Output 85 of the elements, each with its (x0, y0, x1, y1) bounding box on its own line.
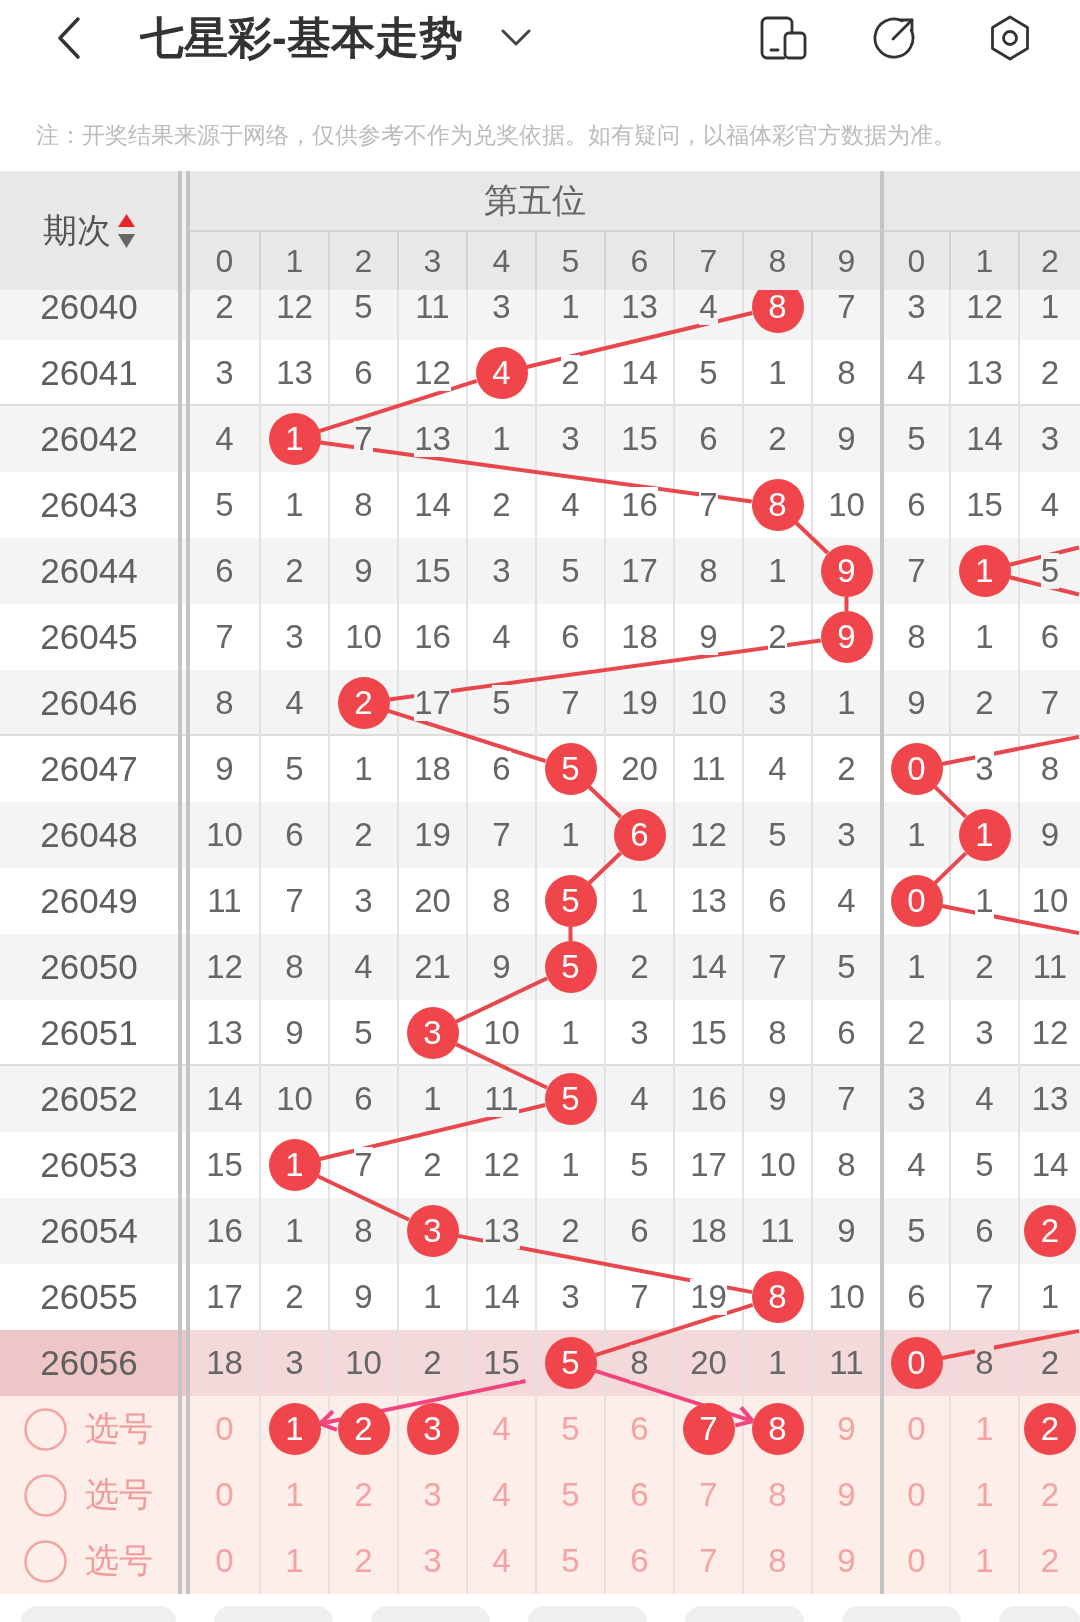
miss-count: 19 (690, 1279, 727, 1315)
period-number: 26044 (40, 551, 138, 591)
number-ball: 5 (544, 1337, 597, 1389)
trend-line (933, 785, 968, 819)
column-digit: 6 (630, 242, 649, 280)
trend-line (844, 597, 849, 611)
pick-ball[interactable]: 7 (682, 1403, 735, 1455)
period-number: 26055 (40, 1277, 138, 1317)
number-ball: 8 (751, 1271, 804, 1323)
dropdown-caret-icon[interactable] (500, 29, 531, 47)
period-number: 26045 (40, 617, 138, 657)
number-ball: 5 (544, 875, 597, 927)
column-digit: 7 (699, 242, 718, 280)
number-ball: 1 (958, 545, 1011, 597)
column-digit: 0 (907, 242, 926, 280)
period-number: 26056 (40, 1343, 138, 1383)
miss-count: 8 (630, 1345, 649, 1381)
number-ball: 8 (751, 479, 804, 531)
radio-button[interactable] (24, 1473, 67, 1517)
number-ball: 4 (475, 347, 528, 399)
period-number: 26051 (40, 1013, 138, 1053)
number-ball: 0 (890, 875, 943, 927)
period-number: 26052 (40, 1079, 138, 1119)
column-group-title: 第五位 (484, 179, 586, 221)
number-ball: 0 (890, 743, 943, 795)
number-ball: 8 (751, 290, 804, 333)
column-digit: 2 (1041, 242, 1059, 280)
number-ball: 9 (820, 611, 873, 663)
column-digit: 2 (354, 242, 373, 280)
pick-label: 选号 (85, 1408, 153, 1449)
page-title: 七星彩-基本走势 (140, 12, 463, 64)
column-digit: 0 (215, 242, 234, 280)
period-number: 26053 (40, 1145, 138, 1185)
number-ball: 3 (406, 1007, 459, 1059)
trend-line (587, 785, 623, 819)
number-ball: 5 (544, 941, 597, 993)
period-number: 26049 (40, 881, 138, 921)
column-digit: 8 (768, 242, 787, 280)
column-digit: 3 (423, 242, 442, 280)
radio-button[interactable] (24, 1539, 67, 1583)
trend-line (794, 521, 830, 555)
period-heading: 期次 (42, 209, 111, 251)
period-number: 26054 (40, 1211, 138, 1251)
number-ball: 2 (337, 677, 390, 729)
period-number: 26050 (40, 947, 138, 987)
period-number: 26041 (40, 353, 138, 393)
column-digit: 1 (285, 242, 304, 280)
column-digit: 1 (975, 242, 994, 280)
share-icon[interactable] (872, 16, 916, 60)
number-ball: 9 (820, 545, 873, 597)
number-ball: 5 (544, 1073, 597, 1125)
pick-ball[interactable]: 2 (1024, 1403, 1076, 1455)
period-number: 26048 (40, 815, 138, 855)
settings-icon[interactable] (988, 15, 1032, 61)
pick-ball[interactable]: 3 (406, 1403, 459, 1455)
number-ball: 5 (544, 743, 597, 795)
pick-ball[interactable]: 8 (751, 1403, 804, 1455)
column-digit: 9 (837, 242, 856, 280)
trend-line (568, 927, 573, 941)
number-ball: 6 (613, 809, 666, 861)
number-ball: 3 (406, 1205, 459, 1257)
column-digit: 4 (492, 242, 511, 280)
number-ball: 2 (1024, 1205, 1076, 1257)
number-ball: 0 (890, 1337, 943, 1389)
trend-line (587, 851, 623, 885)
column-digit: 5 (561, 242, 580, 280)
devices-icon[interactable] (760, 16, 807, 60)
radio-button[interactable] (24, 1407, 67, 1451)
number-ball: 1 (958, 809, 1011, 861)
number-ball: 1 (268, 1139, 321, 1191)
pick-ball[interactable]: 2 (337, 1403, 390, 1455)
pick-label: 选号 (85, 1474, 153, 1515)
period-number: 26043 (40, 485, 138, 525)
pick-label: 选号 (85, 1540, 153, 1581)
sort-icon[interactable] (116, 212, 136, 249)
miss-count: 5 (1040, 553, 1060, 589)
disclaimer-text: 注：开奖结果来源于网络，仅供参考不作为兑奖依据。如有疑问，以福体彩官方数据为准。 (36, 122, 956, 148)
period-number: 26042 (40, 419, 138, 459)
back-icon[interactable] (57, 16, 81, 60)
period-number: 26047 (40, 749, 138, 789)
pick-ball[interactable]: 1 (268, 1403, 321, 1455)
number-ball: 1 (268, 413, 321, 465)
trend-line (933, 851, 968, 885)
period-number: 26046 (40, 683, 138, 723)
period-number: 26040 (40, 290, 138, 327)
